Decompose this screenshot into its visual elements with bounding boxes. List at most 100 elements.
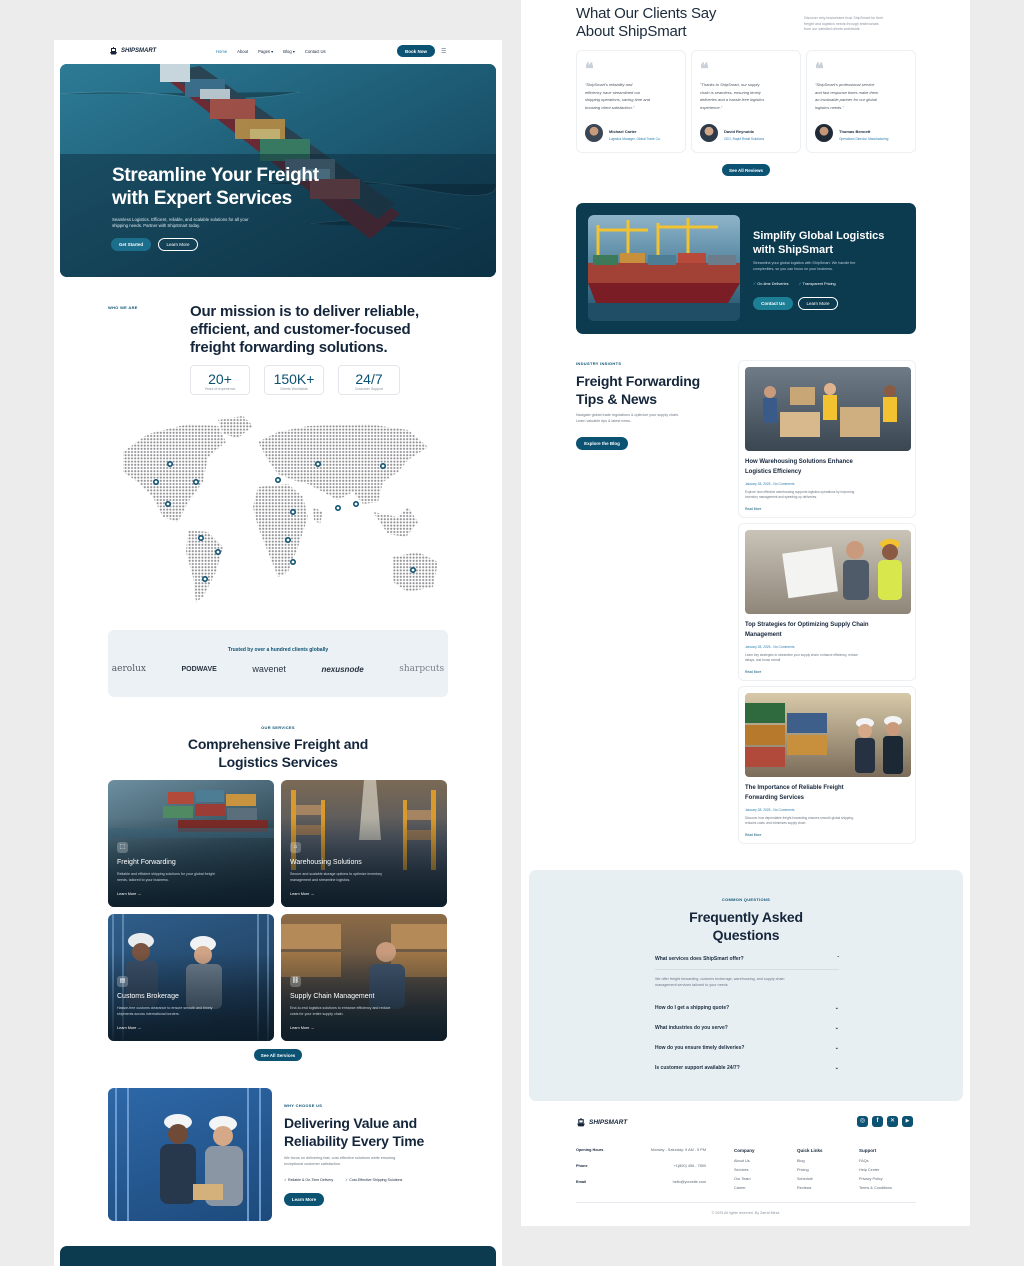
nav-pages[interactable]: Pages ▾ [258,49,273,54]
avatar [815,124,833,142]
feature-on-time: ✓ On-time Deliveries [753,282,789,286]
faq-item[interactable]: Is customer support available 24/7? ⌄ [655,1065,839,1071]
see-all-reviews-button[interactable]: See All Reviews [722,164,770,176]
testimonial-card: ❝ "ShipSmart's reliability and efficiency… [576,50,686,153]
facebook-icon[interactable]: f [872,1116,883,1127]
ship-logo-icon [110,47,117,55]
bottom-dark-banner [60,1246,496,1266]
faq-eyebrow: COMMON QUESTIONS [721,897,771,902]
world-map [123,416,438,602]
book-now-button[interactable]: Book Now [397,45,435,57]
faq-item[interactable]: How do I get a shipping quote? ⌄ [655,1005,839,1011]
footer-link[interactable]: Blog [797,1157,823,1166]
blog-post-card[interactable]: Top Strategies for Optimizing Supply Cha… [738,523,916,681]
why-heading: Delivering Value and Reliability Every Ti… [284,1115,425,1149]
footer-link[interactable]: Our Team [734,1175,755,1184]
blog-photo [745,693,911,777]
youtube-icon[interactable]: ▶ [902,1116,913,1127]
logo-podwave: PODWAVE [181,665,217,673]
blog-photo [745,530,911,614]
footer-link[interactable]: Pricing [797,1166,823,1175]
service-title: Freight Forwarding [117,859,176,866]
faq-item[interactable]: What industries do you serve? ⌄ [655,1025,839,1031]
services-heading: Comprehensive Freight and Logistics Serv… [187,736,369,770]
testimonials-intro: Discover why businesses trust ShipSmart … [804,16,884,31]
service-learn-more[interactable]: Learn More → [290,1026,314,1030]
read-more-link[interactable]: Read More [745,833,761,837]
service-card-freight[interactable]: ⬚ Freight Forwarding Reliable and effici… [108,780,274,907]
get-started-button[interactable]: Get Started [111,238,151,251]
blog-eyebrow: INDUSTRY INSIGHTS [576,361,622,366]
blog-post-card[interactable]: How Warehousing Solutions Enhance Logisti… [738,360,916,518]
right-page: What Our Clients Say About ShipSmart Disc… [521,0,970,1226]
service-learn-more[interactable]: Learn More → [117,1026,141,1030]
why-eyebrow: WHY CHOOSE US [284,1103,323,1108]
testimonials-heading: What Our Clients Say About ShipSmart [576,5,717,40]
nav-blog[interactable]: Blog ▾ [283,49,295,54]
service-title: Customs Brokerage [117,993,179,1000]
read-more-link[interactable]: Read More [745,670,761,674]
brand-name: SHIPSMART [121,48,157,54]
testimonial-text: "Thanks to ShipSmart, our supply chain is… [700,82,765,110]
footer-link[interactable]: Career [734,1184,755,1193]
explore-blog-button[interactable]: Explore the Blog [576,437,628,450]
nav-contact[interactable]: Contact Us [305,49,326,54]
port-cranes-illustration [588,218,740,321]
testimonial-role: Logistics Manager, Global Trade Co. [609,137,661,141]
avatar [700,124,718,142]
chevron-up-icon: ˆ [837,956,839,962]
mission-heading: Our mission is to deliver reliable, effi… [190,303,419,356]
main-nav: Home About Pages ▾ Blog ▾ Contact Us [216,49,326,54]
logo-nexusnode: nexusnode [321,664,364,674]
stat-clients: 150K+ Clients Worldwide [264,365,324,395]
feature-pricing: ✓ Transparent Pricing [798,282,836,286]
instagram-icon[interactable]: ◎ [857,1116,868,1127]
box-icon: ⬚ [117,842,128,853]
service-learn-more[interactable]: Learn More → [290,892,314,896]
service-card-warehousing[interactable]: ⌂ Warehousing Solutions Secure and scala… [281,780,447,907]
x-twitter-icon[interactable]: ✕ [887,1116,898,1127]
chevron-down-icon: ⌄ [834,1025,839,1031]
footer-logo[interactable]: SHIPSMART [576,1118,627,1127]
service-desc: Secure and scalable storage options to o… [290,872,383,882]
service-learn-more[interactable]: Learn More → [117,892,141,896]
blog-post-card[interactable]: The Importance of Reliable Freight Forwar… [738,686,916,844]
warehouse-workers-illustration [763,383,897,437]
contact-us-button[interactable]: Contact Us [753,297,793,310]
grid-menu-icon[interactable]: ☰ [441,48,446,55]
testimonial-text: "ShipSmart's professional service and fas… [815,82,879,110]
logo[interactable]: SHIPSMART [109,47,156,55]
read-more-link[interactable]: Read More [745,507,761,511]
footer-link[interactable]: Services [734,1166,755,1175]
faq-item-open[interactable]: What services does ShipSmart offer? ˆ We … [655,956,839,988]
nav-home[interactable]: Home [216,49,227,54]
footer-link[interactable]: Reviews [797,1184,823,1193]
footer-link[interactable]: Help Center [859,1166,892,1175]
blog-description: Navigate global trade regulations & opti… [576,413,679,423]
footer-contact: Opening Hours Monday - Saturday: 9 AM - 5… [576,1148,706,1184]
see-all-services-button[interactable]: See All Services [254,1049,302,1061]
stat-support: 24/7 Customer Support [338,365,400,395]
nav-about[interactable]: About [237,49,248,54]
testimonial-name: David Reynolds [724,129,755,134]
blog-meta: January 28, 2025 - No Comments [745,645,795,649]
footer-link[interactable]: About Us [734,1157,755,1166]
cta-learn-more-button[interactable]: Learn More [798,297,838,310]
ship-logo-icon [577,1118,585,1127]
service-card-customs[interactable]: ▤ Customs Brokerage Hassle-free customs … [108,914,274,1041]
social-icons: ◎ f ✕ ▶ [857,1116,913,1127]
footer-link[interactable]: Privacy Policy [859,1175,892,1184]
quote-icon: ❝ [700,59,709,78]
service-card-supply-chain[interactable]: ⛓ Supply Chain Management End-to-end log… [281,914,447,1041]
blog-title: Top Strategies for Optimizing Supply Cha… [745,622,869,638]
planning-meeting-illustration [782,539,902,600]
hero-learn-more-button[interactable]: Learn More [158,238,198,251]
faq-item[interactable]: How do you ensure timely deliveries? ⌄ [655,1045,839,1051]
left-page: SHIPSMART Home About Pages ▾ Blog ▾ Cont… [54,40,502,1266]
why-learn-more-button[interactable]: Learn More [284,1193,324,1206]
logo-wavenet: wavenet [252,664,286,674]
footer-link[interactable]: Schedule [797,1175,823,1184]
footer-link[interactable]: Terms & Conditions [859,1184,892,1193]
footer-link[interactable]: FAQs [859,1157,892,1166]
service-desc: End-to-end logistics solutions to enhanc… [290,1006,391,1016]
